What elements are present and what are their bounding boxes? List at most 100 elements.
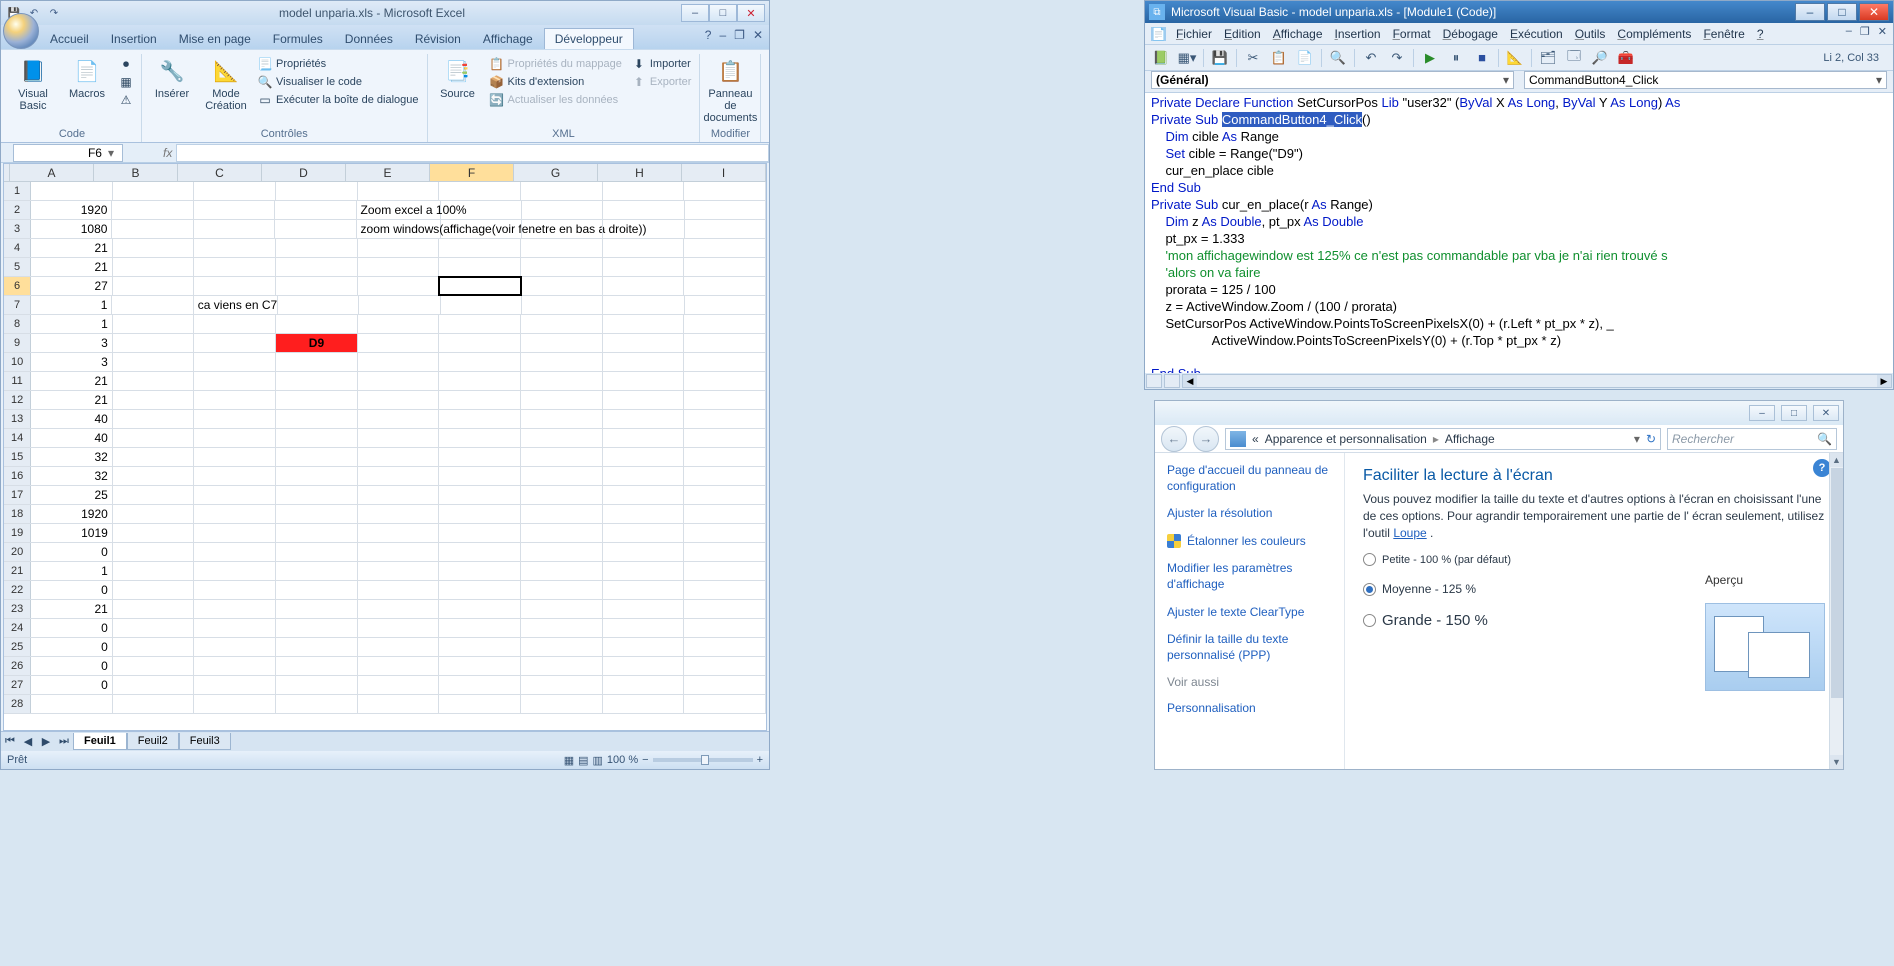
copy-icon[interactable]: 📋 — [1269, 48, 1289, 68]
cell[interactable] — [112, 220, 193, 238]
ribbon-tab-données[interactable]: Données — [334, 28, 404, 49]
cell[interactable] — [439, 638, 521, 656]
cell[interactable] — [603, 619, 685, 637]
cell[interactable] — [522, 296, 603, 314]
cell[interactable] — [684, 239, 766, 257]
menu-[interactable]: ? — [1757, 27, 1764, 41]
loupe-link[interactable]: Loupe — [1393, 526, 1426, 540]
cell[interactable] — [684, 657, 766, 675]
cell[interactable] — [113, 600, 195, 618]
vbe-titlebar[interactable]: ⧉ Microsoft Visual Basic - model unparia… — [1145, 1, 1893, 23]
cell[interactable]: 21 — [31, 239, 113, 257]
cell[interactable] — [521, 619, 603, 637]
column-header[interactable]: F — [430, 164, 514, 181]
cell[interactable] — [521, 182, 603, 200]
cell[interactable] — [684, 334, 766, 352]
row-header[interactable]: 7 — [4, 296, 31, 314]
cell[interactable] — [113, 410, 195, 428]
cell[interactable] — [522, 220, 603, 238]
cell[interactable] — [276, 258, 358, 276]
row-header[interactable]: 11 — [4, 372, 31, 390]
scroll-left-icon[interactable]: ◀ — [1183, 375, 1197, 387]
sheet-first-button[interactable]: ⏮ — [1, 733, 19, 751]
cell[interactable] — [358, 182, 440, 200]
cell[interactable] — [358, 315, 440, 333]
cell[interactable] — [439, 562, 521, 580]
vbe-maximize-button[interactable]: □ — [1827, 3, 1857, 21]
cell[interactable]: ca viens en C7 — [194, 296, 278, 314]
cell[interactable] — [113, 562, 195, 580]
breadcrumb-item[interactable]: Apparence et personnalisation — [1265, 432, 1427, 446]
document-panel-button[interactable]: 📋Panneau de documents — [706, 56, 754, 126]
cell[interactable]: 1 — [31, 315, 113, 333]
cell[interactable] — [603, 505, 685, 523]
cell[interactable] — [441, 296, 522, 314]
cell[interactable] — [521, 467, 603, 485]
view-code-button[interactable]: 🔍Visualiser le code — [256, 74, 421, 90]
cell[interactable]: 21 — [31, 391, 113, 409]
sidebar-home[interactable]: Page d'accueil du panneau de configurati… — [1167, 463, 1332, 494]
cell[interactable] — [521, 372, 603, 390]
cell[interactable] — [113, 182, 195, 200]
cell[interactable] — [684, 581, 766, 599]
cell[interactable] — [358, 505, 440, 523]
vbe-doc-restore[interactable]: ❐ — [1860, 25, 1870, 38]
cell[interactable] — [439, 486, 521, 504]
insert-control-button[interactable]: 🔧Insérer — [148, 56, 196, 102]
cell[interactable] — [194, 182, 276, 200]
sidebar-calibrate-colors[interactable]: Étalonner les couleurs — [1187, 534, 1306, 550]
row-header[interactable]: 21 — [4, 562, 31, 580]
row-header[interactable]: 28 — [4, 695, 31, 713]
scroll-right-icon[interactable]: ▶ — [1877, 375, 1891, 387]
cell[interactable] — [275, 220, 356, 238]
cell[interactable] — [113, 353, 195, 371]
properties-button[interactable]: 📃Propriétés — [256, 56, 421, 72]
cell[interactable] — [521, 524, 603, 542]
cell[interactable] — [194, 220, 275, 238]
macros-button[interactable]: 📄Macros — [63, 56, 111, 102]
breadcrumb-item[interactable]: Affichage — [1445, 432, 1495, 446]
cell[interactable] — [276, 581, 358, 599]
redo-icon[interactable]: ↷ — [45, 5, 63, 21]
record-macro-button[interactable]: ⏺ — [117, 56, 135, 72]
cell[interactable] — [194, 277, 276, 295]
cell[interactable] — [358, 486, 440, 504]
cell[interactable] — [113, 334, 195, 352]
cell[interactable] — [359, 296, 440, 314]
cell[interactable] — [194, 657, 276, 675]
cell[interactable] — [194, 391, 276, 409]
cell[interactable] — [684, 353, 766, 371]
cell[interactable] — [276, 277, 358, 295]
cp-titlebar[interactable]: – □ ✕ — [1155, 401, 1843, 425]
cell[interactable] — [276, 619, 358, 637]
breadcrumb-back[interactable]: « — [1252, 432, 1259, 446]
cell[interactable] — [113, 315, 195, 333]
row-header[interactable]: 1 — [4, 182, 31, 200]
cell[interactable] — [113, 391, 195, 409]
doc-restore-button[interactable]: ❐ — [734, 28, 745, 42]
cell[interactable] — [603, 562, 685, 580]
cell[interactable] — [276, 372, 358, 390]
cell[interactable] — [603, 543, 685, 561]
cell[interactable] — [603, 220, 684, 238]
cell[interactable] — [358, 391, 440, 409]
cell[interactable] — [521, 581, 603, 599]
macro-security-button[interactable]: ⚠ — [117, 92, 135, 108]
save-icon[interactable]: 💾 — [1210, 48, 1230, 68]
cell[interactable] — [603, 410, 685, 428]
cell[interactable] — [194, 505, 276, 523]
cell[interactable] — [113, 258, 195, 276]
row-header[interactable]: 2 — [4, 201, 31, 219]
cell[interactable] — [113, 448, 195, 466]
cell[interactable] — [521, 657, 603, 675]
object-selector[interactable]: (Général)▾ — [1151, 71, 1514, 89]
cp-maximize-button[interactable]: □ — [1781, 405, 1807, 421]
cell[interactable] — [439, 277, 521, 295]
cell[interactable] — [603, 296, 684, 314]
design-mode-icon[interactable]: 📐 — [1505, 48, 1525, 68]
cell[interactable] — [358, 353, 440, 371]
ribbon-tab-révision[interactable]: Révision — [404, 28, 472, 49]
break-icon[interactable]: ⏸ — [1446, 48, 1466, 68]
column-header[interactable]: G — [514, 164, 598, 181]
cell[interactable] — [358, 562, 440, 580]
